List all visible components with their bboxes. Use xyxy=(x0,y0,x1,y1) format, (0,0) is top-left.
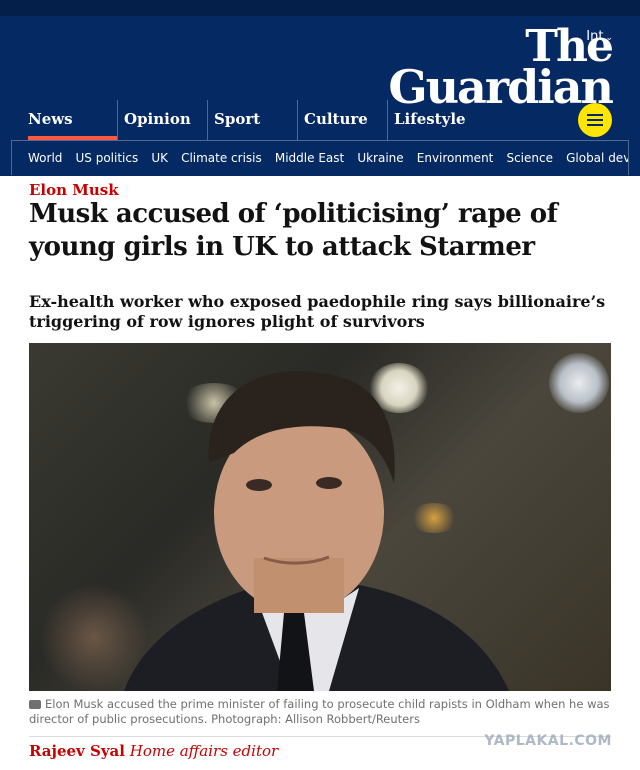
pillar-label: Lifestyle xyxy=(394,110,466,128)
subnav-item-world[interactable]: World xyxy=(28,141,62,165)
subnav-item-middle-east[interactable]: Middle East xyxy=(275,141,344,165)
article-photo xyxy=(29,343,611,691)
pillar-nav: News Opinion Sport Culture Lifestyle xyxy=(0,100,560,140)
pillar-label: Sport xyxy=(214,110,261,128)
menu-button[interactable] xyxy=(578,103,612,137)
subnav-item-global-development[interactable]: Global development xyxy=(566,141,628,165)
guardian-logo[interactable]: The Guardian xyxy=(388,25,614,110)
pillar-news[interactable]: News xyxy=(28,100,118,140)
subnav-item-climate-crisis[interactable]: Climate crisis xyxy=(181,141,262,165)
pillar-label: Opinion xyxy=(124,110,191,128)
hamburger-icon xyxy=(587,124,603,126)
caption-text: Elon Musk accused the prime minister of … xyxy=(29,697,610,726)
article-headline: Musk accused of ‘politicising’ rape of y… xyxy=(29,199,558,262)
subnav-item-us-politics[interactable]: US politics xyxy=(75,141,138,165)
subnav-item-uk[interactable]: UK xyxy=(151,141,168,165)
subnav: World US politics UK Climate crisis Midd… xyxy=(11,140,629,175)
camera-icon xyxy=(29,700,41,709)
site-header: Int ⌄ The Guardian News Opinion Sport Cul… xyxy=(0,0,640,176)
portrait-figure xyxy=(124,371,509,691)
right-eye xyxy=(316,477,342,489)
pillar-lifestyle[interactable]: Lifestyle xyxy=(387,100,477,140)
article-kicker[interactable]: Elon Musk xyxy=(29,181,119,199)
byline-author[interactable]: Rajeev Syal xyxy=(29,742,125,760)
watermark: YAPLAKAL.COM xyxy=(484,733,612,749)
pillar-label: Culture xyxy=(304,110,368,128)
article-standfirst: Ex-health worker who exposed paedophile … xyxy=(29,292,606,331)
pillar-culture[interactable]: Culture xyxy=(297,100,387,140)
subnav-item-science[interactable]: Science xyxy=(506,141,553,165)
left-eye xyxy=(246,479,272,491)
byline-role: Home affairs editor xyxy=(129,742,279,760)
hamburger-icon xyxy=(587,119,603,121)
hamburger-icon xyxy=(587,114,603,116)
pillar-sport[interactable]: Sport xyxy=(207,100,297,140)
subnav-item-environment[interactable]: Environment xyxy=(417,141,494,165)
neck xyxy=(254,558,344,613)
photo-caption: Elon Musk accused the prime minister of … xyxy=(29,697,619,727)
byline: Rajeev Syal Home affairs editor xyxy=(29,742,278,760)
pillar-opinion[interactable]: Opinion xyxy=(117,100,207,140)
subnav-item-ukraine[interactable]: Ukraine xyxy=(357,141,403,165)
top-strip xyxy=(0,0,640,16)
pillar-label: News xyxy=(28,110,73,128)
